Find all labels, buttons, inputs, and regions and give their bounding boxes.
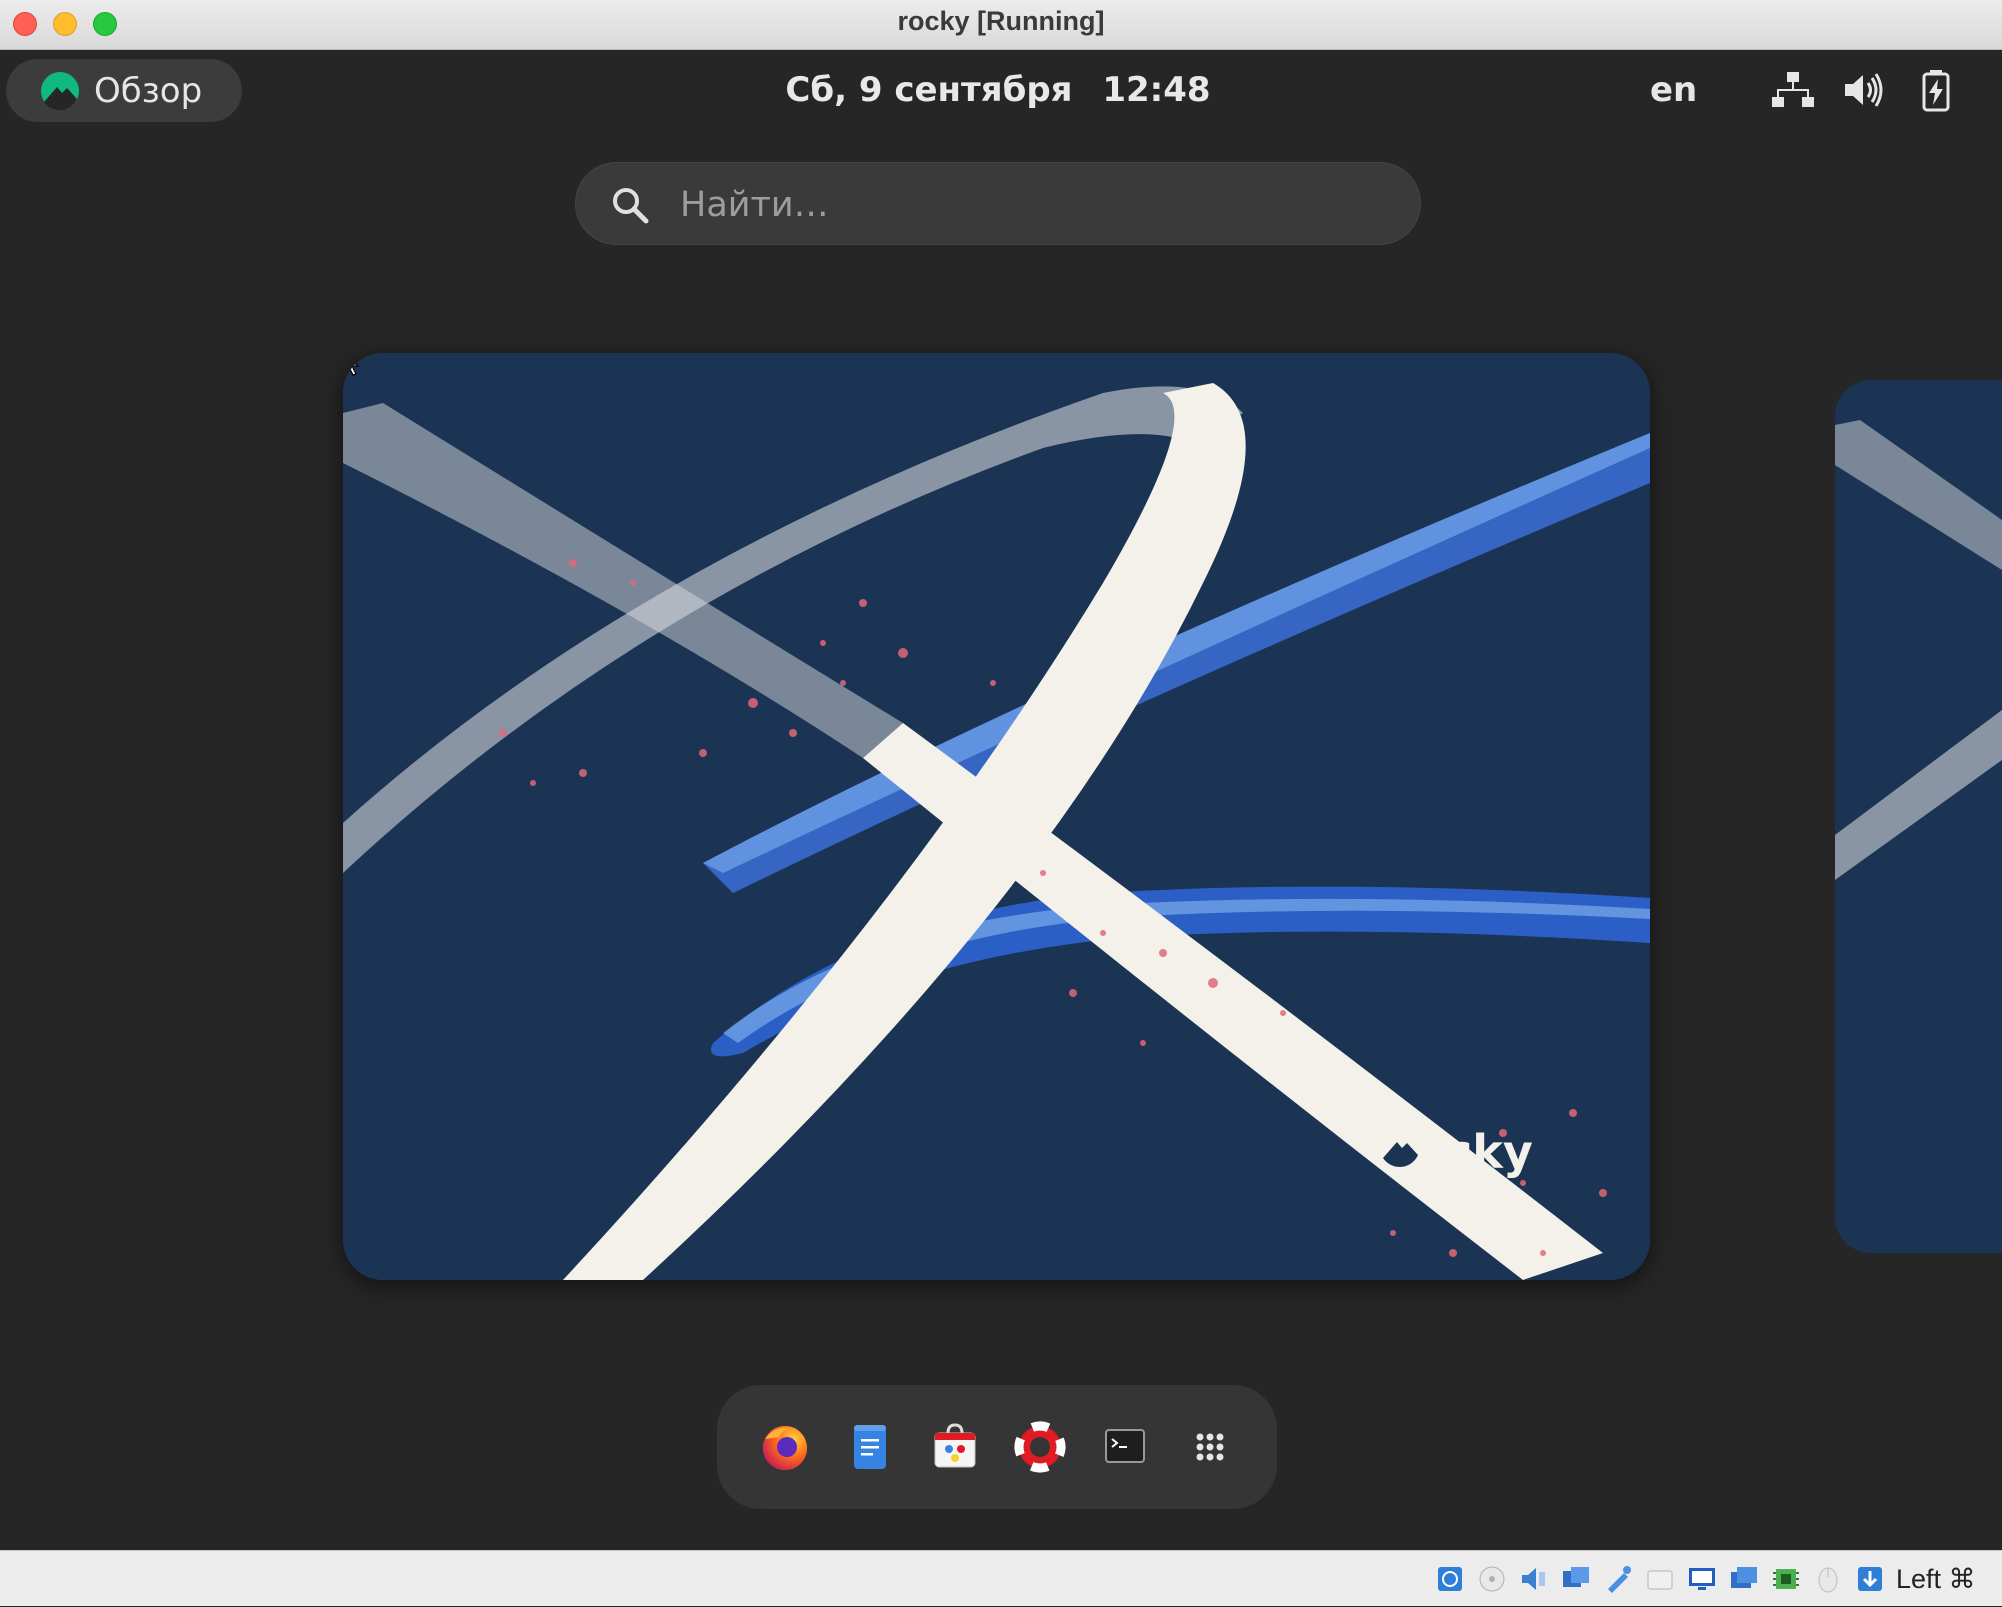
network-adapter-icon[interactable] [1560,1563,1592,1595]
terminal-icon[interactable] [1095,1417,1155,1477]
software-icon[interactable] [925,1417,985,1477]
volume-icon[interactable] [1841,68,1885,112]
window-title: rocky [Running] [897,6,1105,36]
dash [717,1385,1277,1509]
text-editor-icon[interactable] [840,1417,900,1477]
clock[interactable]: Сб, 9 сентября 12:48 [0,50,2002,130]
input-language-indicator[interactable]: en [1650,50,1697,130]
next-wallpaper-image [1835,380,2002,1253]
video-capture-icon[interactable] [1728,1563,1760,1595]
time-label: 12:48 [1102,70,1211,110]
audio-icon[interactable] [1518,1563,1550,1595]
hard-disk-icon[interactable] [1434,1563,1466,1595]
shared-folders-icon[interactable] [1644,1563,1676,1595]
search-input[interactable] [678,163,1382,246]
show-apps-icon[interactable] [1180,1417,1240,1477]
mouse-pointer-icon [343,353,359,376]
rocky-brand-logo: Rocky [1378,1125,1533,1179]
keyboard-capture-icon[interactable] [1854,1563,1886,1595]
workspace-thumbnail[interactable]: Rocky [343,353,1650,1280]
battery-icon[interactable] [1914,68,1958,112]
virtualbox-status-bar: Left ⌘ [0,1550,2002,1606]
network-icon[interactable] [1771,68,1815,112]
cpu-icon[interactable] [1770,1563,1802,1595]
gnome-top-bar: Обзор Сб, 9 сентября 12:48 en [0,50,2002,130]
host-title-bar: rocky [Running] [0,0,2002,50]
display-icon[interactable] [1686,1563,1718,1595]
next-workspace-thumbnail[interactable] [1835,380,2002,1253]
search-icon [613,188,649,224]
date-label: Сб, 9 сентября [785,70,1073,110]
search-box[interactable] [575,162,1421,246]
optical-drive-icon[interactable] [1476,1563,1508,1595]
usb-icon[interactable] [1602,1563,1634,1595]
host-key-label: Left ⌘ [1896,1564,1976,1594]
mouse-integration-icon[interactable] [1812,1563,1844,1595]
rocky-logo-icon [1380,1127,1420,1167]
help-icon[interactable] [1010,1417,1070,1477]
firefox-icon[interactable] [755,1417,815,1477]
